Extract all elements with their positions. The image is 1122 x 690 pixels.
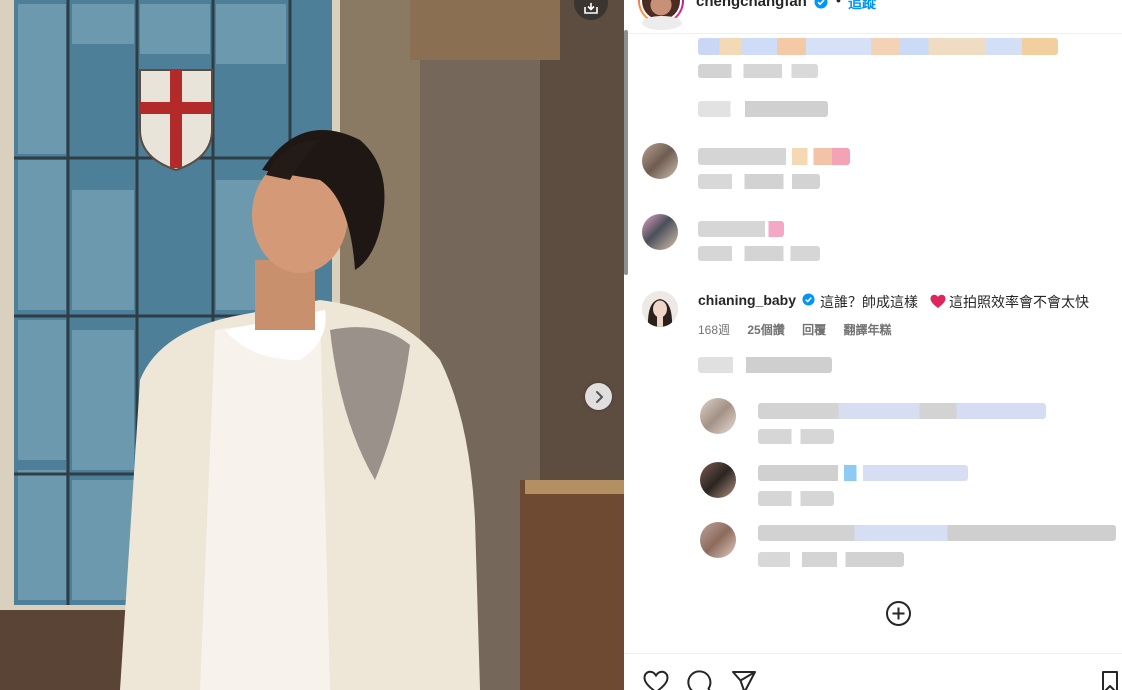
blurred-text (758, 403, 1046, 419)
chevron-right-icon (595, 390, 603, 403)
post-side-panel: chengchangfan • 追蹤 chianing_baby 這誰？帥成這樣… (624, 0, 1122, 690)
add-circle-icon[interactable] (885, 600, 912, 627)
blurred-avatar (642, 214, 678, 250)
blurred-avatar (642, 143, 678, 179)
blurred-avatar (700, 462, 736, 498)
verified-badge-icon (802, 293, 815, 306)
next-photo-button[interactable] (585, 383, 612, 410)
blurred-meta (758, 429, 834, 444)
comment-avatar[interactable] (642, 291, 678, 327)
comments-scrollbar[interactable] (624, 30, 628, 275)
reply-button[interactable]: 回覆 (802, 323, 826, 337)
blurred-view-replies (698, 101, 828, 117)
blurred-text (698, 38, 1058, 55)
blurred-text (698, 221, 784, 237)
verified-badge-icon (814, 0, 828, 9)
post-header: chengchangfan • 追蹤 (624, 0, 1122, 34)
comment-username[interactable]: chianing_baby (698, 292, 796, 308)
comment-time[interactable]: 168週 (698, 323, 730, 337)
blurred-text (758, 465, 968, 481)
blurred-meta (698, 174, 820, 189)
blurred-text (758, 525, 1116, 541)
blurred-meta (758, 491, 834, 506)
author-username[interactable]: chengchangfan (696, 0, 807, 10)
blurred-avatar (700, 398, 736, 434)
comment-likes[interactable]: 25個讚 (747, 323, 784, 337)
follow-button[interactable]: 追蹤 (848, 0, 876, 13)
share-send-icon[interactable] (731, 670, 757, 690)
blurred-view-replies (698, 357, 832, 373)
bookmark-icon[interactable] (1098, 670, 1122, 690)
save-icon (584, 3, 598, 14)
blurred-text (698, 148, 850, 165)
comment-text: 這誰？帥成這樣 (820, 294, 918, 310)
photo-scene (0, 0, 624, 690)
heart-emoji-icon (930, 294, 946, 308)
post-photo[interactable] (0, 0, 624, 690)
comment-bubble-icon[interactable] (687, 670, 713, 690)
blurred-avatar (700, 522, 736, 558)
header-separator: • (836, 0, 841, 8)
like-heart-icon[interactable] (643, 670, 669, 690)
blurred-avatar (642, 16, 682, 30)
blurred-meta (698, 64, 818, 78)
post-actions-bar (624, 653, 1122, 690)
translate-button[interactable]: 翻譯年糕 (843, 323, 891, 337)
comment-text-continued: 這拍照效率會不會太快 (949, 294, 1089, 310)
blurred-meta (698, 246, 820, 261)
blurred-meta (758, 552, 904, 567)
comment-meta: 168週 25個讚 回覆 翻譯年糕 (698, 321, 905, 338)
